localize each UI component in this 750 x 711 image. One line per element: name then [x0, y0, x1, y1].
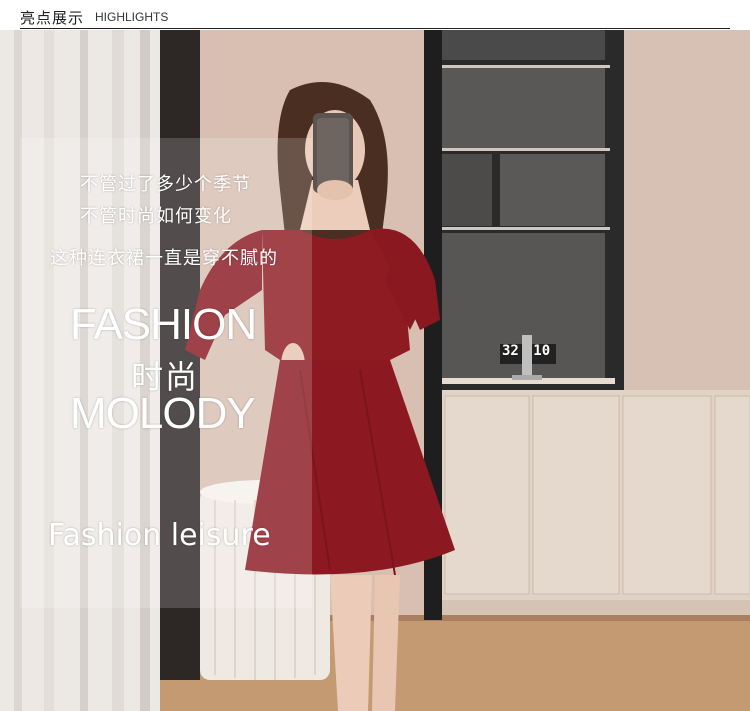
slogan-line-2: 不管时尚如何变化 [80, 206, 232, 227]
header-title-en: HIGHLIGHTS [95, 10, 169, 24]
shelf-clock-minute: 32 [502, 343, 519, 359]
slogan-line-1: 不管过了多少个季节 [80, 174, 251, 195]
header-divider [20, 28, 730, 29]
shelf-clock: 32 10 [502, 343, 550, 359]
header-title-cn: 亮点展示 [20, 9, 85, 27]
slogan-line-3: 这种连衣裙一直是穿不腻的 [50, 248, 278, 269]
section-header: 亮点展示 HIGHLIGHTS [0, 0, 750, 30]
headline-fashion: FASHION [70, 300, 257, 349]
shelf-clock-hour: 10 [533, 343, 551, 359]
headline-leisure: Fashion leisure [48, 518, 271, 553]
headline-molody: MOLODY [70, 389, 256, 438]
product-photo: 32 10 不管过了多少个季节 不管时尚如何变化 这种连衣裙一直是穿不腻的 FA… [0, 30, 750, 711]
